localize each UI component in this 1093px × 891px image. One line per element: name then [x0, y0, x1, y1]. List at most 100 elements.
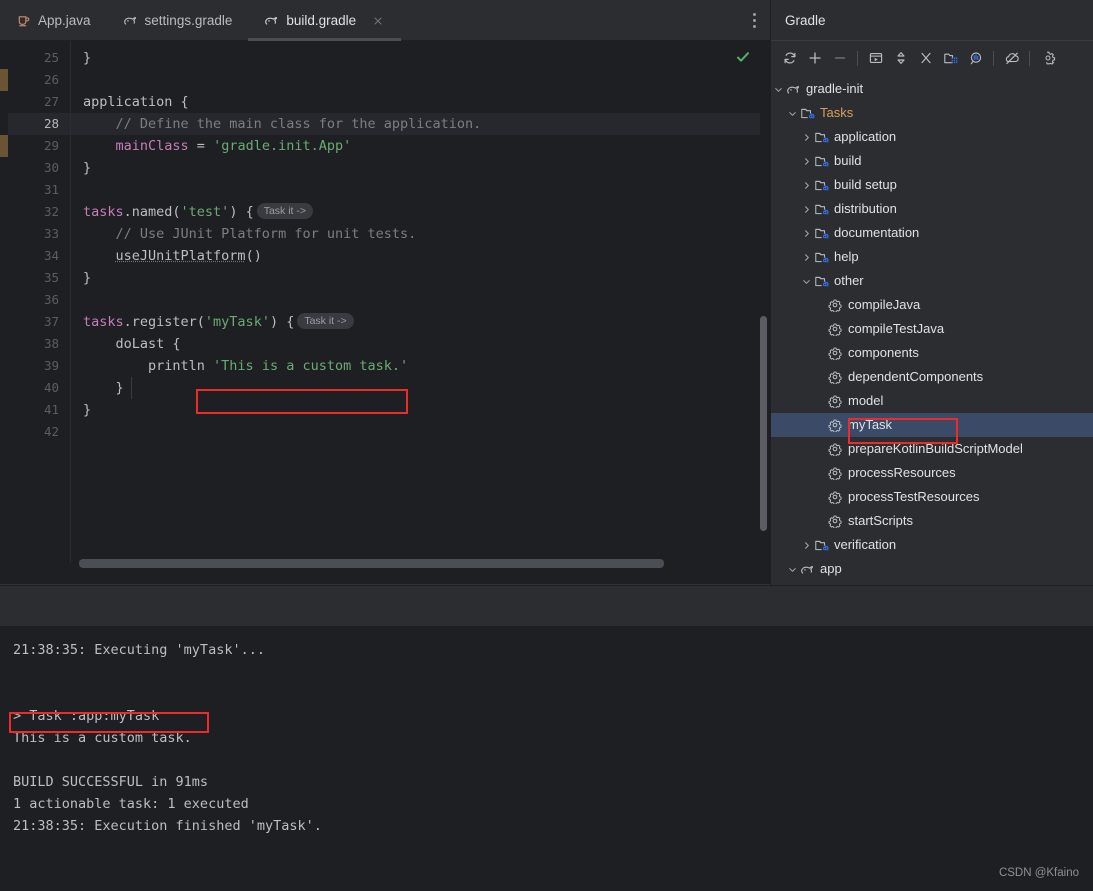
- tree-row[interactable]: startScripts: [771, 509, 1093, 533]
- tree-row-label: components: [848, 345, 919, 360]
- tree-row-label: prepareKotlinBuildScriptModel: [848, 441, 1023, 456]
- close-icon[interactable]: [371, 14, 385, 28]
- code-token: doLast {: [83, 336, 181, 352]
- tree-row[interactable]: build: [771, 149, 1093, 173]
- expand-collapse-icon[interactable]: [888, 46, 913, 71]
- editor-vertical-scrollbar[interactable]: [760, 316, 767, 531]
- tree-row[interactable]: processTestResources: [771, 485, 1093, 509]
- line-number: 42: [43, 424, 59, 439]
- lambda-hint-badge: Task it ->: [256, 203, 314, 219]
- code-line[interactable]: [71, 69, 760, 91]
- tree-row[interactable]: application: [771, 125, 1093, 149]
- chevron-down-icon[interactable]: [785, 562, 799, 576]
- toggle-offline-mode-icon[interactable]: [999, 46, 1024, 71]
- code-content[interactable]: } application { // Define the main class…: [70, 41, 760, 563]
- code-line[interactable]: println 'This is a custom task.': [71, 355, 760, 377]
- code-line[interactable]: // Use JUnit Platform for unit tests.: [71, 223, 760, 245]
- tree-row[interactable]: app: [771, 557, 1093, 581]
- gradle-task-gear-icon: [827, 345, 843, 361]
- editor-tab-build-gradle[interactable]: build.gradle: [248, 0, 402, 41]
- editor-horizontal-scrollbar-track[interactable]: [71, 559, 760, 568]
- tree-row[interactable]: build setup: [771, 173, 1093, 197]
- tree-row-label: application: [834, 129, 897, 144]
- editor-tab-overflow-menu[interactable]: [739, 0, 770, 41]
- tree-row[interactable]: Tasks: [771, 101, 1093, 125]
- chevron-right-icon[interactable]: [799, 178, 813, 192]
- link-gradle-project-icon[interactable]: [802, 46, 827, 71]
- editor-tab-app-java[interactable]: App.java: [0, 0, 107, 41]
- tree-row[interactable]: dependentComponents: [771, 365, 1093, 389]
- gradle-task-tree[interactable]: gradle-init Tasks application build build se…: [771, 75, 1093, 581]
- editor-tab-label: App.java: [38, 13, 91, 28]
- chevron-right-icon[interactable]: [799, 202, 813, 216]
- tree-row[interactable]: other: [771, 269, 1093, 293]
- reload-all-gradle-projects-icon[interactable]: [777, 46, 802, 71]
- editor-horizontal-scrollbar[interactable]: [79, 559, 664, 568]
- chevron-down-icon[interactable]: [799, 274, 813, 288]
- code-editor[interactable]: 25 26 27 28 29 30 31 32 33 34 35 36 37 38 39 40 41 42 } a…: [0, 41, 770, 585]
- chevron-right-icon[interactable]: [799, 226, 813, 240]
- tree-row[interactable]: compileJava: [771, 293, 1093, 317]
- run-task-icon[interactable]: [863, 46, 888, 71]
- editor-tab-settings-gradle[interactable]: settings.gradle: [107, 0, 249, 41]
- code-line[interactable]: [71, 421, 760, 443]
- task-folder-icon: [799, 105, 815, 121]
- tree-row[interactable]: components: [771, 341, 1093, 365]
- chevron-down-icon[interactable]: [785, 106, 799, 120]
- gradle-tool-window: Gradle gradle-init Tasks application bui…: [770, 0, 1093, 585]
- code-line[interactable]: application {: [71, 91, 760, 113]
- gradle-task-gear-icon: [827, 441, 843, 457]
- code-line[interactable]: useJUnitPlatform(): [71, 245, 760, 267]
- gradle-task-gear-icon: [827, 297, 843, 313]
- tree-row[interactable]: verification: [771, 533, 1093, 557]
- code-token: tasks: [83, 314, 124, 330]
- task-folder-icon: [813, 177, 829, 193]
- code-line[interactable]: }: [71, 47, 760, 69]
- tree-row-selected[interactable]: myTask: [771, 413, 1093, 437]
- gradle-elephant-icon: [785, 81, 801, 97]
- code-line[interactable]: }: [71, 267, 760, 289]
- tree-row[interactable]: documentation: [771, 221, 1093, 245]
- code-line[interactable]: }: [71, 399, 760, 421]
- code-line[interactable]: }: [71, 157, 760, 179]
- inspection-ok-icon[interactable]: [736, 50, 750, 68]
- chevron-right-icon[interactable]: [799, 154, 813, 168]
- tree-row[interactable]: prepareKotlinBuildScriptModel: [771, 437, 1093, 461]
- chevron-right-icon[interactable]: [799, 250, 813, 264]
- collapse-all-icon[interactable]: [913, 46, 938, 71]
- tree-row[interactable]: help: [771, 245, 1093, 269]
- code-line[interactable]: [71, 289, 760, 311]
- tree-row-label: build setup: [834, 177, 897, 192]
- tree-row[interactable]: processResources: [771, 461, 1093, 485]
- tree-row-label: gradle-init: [806, 81, 864, 96]
- console-top-border: [0, 625, 1093, 626]
- line-number: 32: [43, 204, 59, 219]
- tree-row[interactable]: distribution: [771, 197, 1093, 221]
- code-line[interactable]: // Define the main class for the applica…: [71, 113, 760, 135]
- line-number: 35: [43, 270, 59, 285]
- code-line[interactable]: [71, 179, 760, 201]
- run-console[interactable]: 21:38:35: Executing 'myTask'... > Task :…: [0, 625, 1093, 891]
- attach-gradle-project-icon[interactable]: [938, 46, 963, 71]
- code-line[interactable]: }: [71, 377, 760, 399]
- chevron-right-icon[interactable]: [799, 130, 813, 144]
- gradle-settings-icon[interactable]: [1035, 46, 1060, 71]
- tree-row-label: compileJava: [848, 297, 921, 312]
- execute-gradle-task-icon[interactable]: [963, 46, 988, 71]
- detach-external-project-icon[interactable]: [827, 46, 852, 71]
- gradle-task-gear-icon: [827, 513, 843, 529]
- tool-window-divider[interactable]: [0, 585, 1093, 625]
- console-line: 21:38:35: Executing 'myTask'...: [13, 642, 265, 658]
- code-line[interactable]: mainClass = 'gradle.init.App': [71, 135, 760, 157]
- tree-row[interactable]: compileTestJava: [771, 317, 1093, 341]
- chevron-down-icon[interactable]: [771, 82, 785, 96]
- code-line[interactable]: tasks.register('myTask') {Task it ->: [71, 311, 760, 333]
- tree-row[interactable]: model: [771, 389, 1093, 413]
- chevron-right-icon[interactable]: [799, 538, 813, 552]
- code-line[interactable]: tasks.named('test') {Task it ->: [71, 201, 760, 223]
- code-line[interactable]: doLast {: [71, 333, 760, 355]
- line-number: 29: [43, 138, 59, 153]
- tree-row[interactable]: gradle-init: [771, 77, 1093, 101]
- code-token: tasks: [83, 204, 124, 220]
